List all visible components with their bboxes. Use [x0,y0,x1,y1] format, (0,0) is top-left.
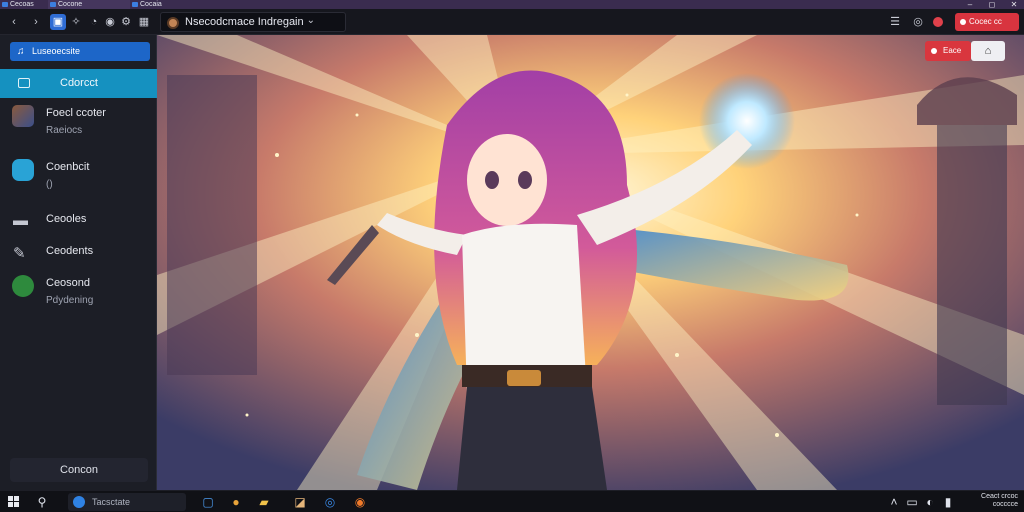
headset-icon: ♫ [17,46,25,57]
home-icon[interactable]: ▣ [50,14,66,30]
back-icon[interactable]: ‹ [6,14,22,30]
live-dot-icon [931,48,937,54]
avatar-icon [12,105,34,127]
tab-label: Cocone [58,1,83,8]
battery-icon[interactable]: ▮ [940,494,956,510]
taskbar-clock[interactable]: Ceact crcoc cocccce [981,493,1018,509]
channel-selector-text: Nsecodcmace Indregain [185,16,304,28]
grid-icon[interactable]: ▦ [136,14,152,30]
record-label: Cocec cc [969,17,1002,26]
connect-button[interactable]: Concon [10,458,148,482]
tab-2[interactable]: Cocone [48,0,130,9]
channel-avatar-icon [167,17,179,29]
edge-icon[interactable]: ◎ [322,494,338,510]
forward-icon[interactable]: › [28,14,44,30]
discord-icon [12,159,34,181]
sidebar-search-label: Luseoecsite [32,46,81,56]
assistant-icon [73,496,85,508]
xbox-icon [12,275,34,297]
list-icon[interactable]: ☰ [887,14,903,30]
pin-icon: ✎ [13,245,26,262]
network-icon[interactable]: ▭ [904,494,920,510]
tab-favicon-icon [132,2,138,7]
windows-start-icon[interactable] [8,496,20,508]
channel-selector[interactable]: Nsecodcmace Indregain ⌄ [160,12,346,32]
clock-time: Ceact crcoc [981,493,1018,500]
gamepad-icon: ▬ [13,212,28,229]
bookmark-icon[interactable]: ✧ [68,14,84,30]
record-icon[interactable] [933,17,943,27]
camera-icon[interactable]: ◉ [102,14,118,30]
sidebar-item-label: Ceosond [46,277,91,289]
share-button[interactable]: ⌂ [971,41,1005,61]
tab-favicon-icon [50,2,56,7]
sidebar-item-sub: () [46,179,53,190]
sidebar-item-label: Ceooles [46,213,87,225]
task-view-icon[interactable]: ▢ [200,494,216,510]
record-button[interactable]: Cocec cc [955,13,1019,31]
record-dot-icon [960,19,966,25]
eye-icon[interactable]: ◎ [910,14,926,30]
anime-artwork [157,35,1024,490]
search-icon[interactable]: ⚲ [34,494,50,510]
sidebar-search-button[interactable]: ♫ Luseoecsite [10,42,150,61]
firefox-icon[interactable]: ◉ [352,494,368,510]
tab-label: Cecoas [10,1,34,8]
volume-icon[interactable]: ◐ [922,494,938,510]
app-window: Cecoas Cocone Cocaia – ◻ ✕ ‹ › ▣ ✧ ◔ ◉ ⚙… [0,0,1024,512]
taskbar-search[interactable]: Tacsctate [68,493,186,511]
sidebar-item-label: Coenbcit [46,161,90,173]
sidebar-item-label: Ceodents [46,245,94,257]
browser-icon[interactable]: ● [228,494,244,510]
tab-1[interactable]: Cecoas [0,0,48,9]
stream-app-icon[interactable]: ◪ [292,494,308,510]
sidebar-item-1[interactable]: Coenbcit () [0,159,157,199]
chevron-down-icon: ⌄ [306,15,315,26]
sidebar-item-label: Cdorcct [60,77,98,89]
go-live-label: Eace [943,46,962,55]
close-button[interactable]: ✕ [1004,0,1024,9]
taskbar-search-text: Tacsctate [92,497,131,507]
sidebar: ♫ Luseoecsite Cdorcct Foecl ccoter Raeio… [0,35,157,490]
go-live-button[interactable]: Eace [925,41,971,61]
minimize-button[interactable]: – [960,0,980,9]
taskbar: ⚲ Tacsctate ▢ ● ▰ ◪ ◎ ◉ ˄ ▭ ◐ ▮ Ceact cr… [0,490,1024,512]
sidebar-item-0[interactable]: Foecl ccoter Raeiocs [0,105,157,145]
tab-3[interactable]: Cocaia [130,0,220,9]
tab-strip: Cecoas Cocone Cocaia – ◻ ✕ [0,0,1024,9]
stream-preview[interactable] [157,35,1024,490]
chat-icon[interactable]: ◔ [86,14,102,30]
clock-date: cocccce [992,501,1018,508]
sidebar-item-active-channel[interactable]: Cdorcct [0,69,157,98]
settings-icon[interactable]: ⚙ [118,14,134,30]
sidebar-item-sub: Pdydening [46,295,94,306]
tray-chevron-icon[interactable]: ˄ [886,494,902,510]
sidebar-item-sub: Raeiocs [46,125,83,136]
sidebar-item-label: Foecl ccoter [46,107,106,119]
maximize-button[interactable]: ◻ [982,0,1002,9]
monitor-icon [18,78,30,88]
folder-icon[interactable]: ▰ [256,494,272,510]
tab-label: Cocaia [140,1,162,8]
sidebar-item-4[interactable]: Ceosond Pdydening [0,275,157,315]
toolbar: ‹ › ▣ ✧ ◔ ◉ ⚙ ▦ Nsecodcmace Indregain ⌄ … [0,9,1024,35]
tab-favicon-icon [2,2,8,7]
